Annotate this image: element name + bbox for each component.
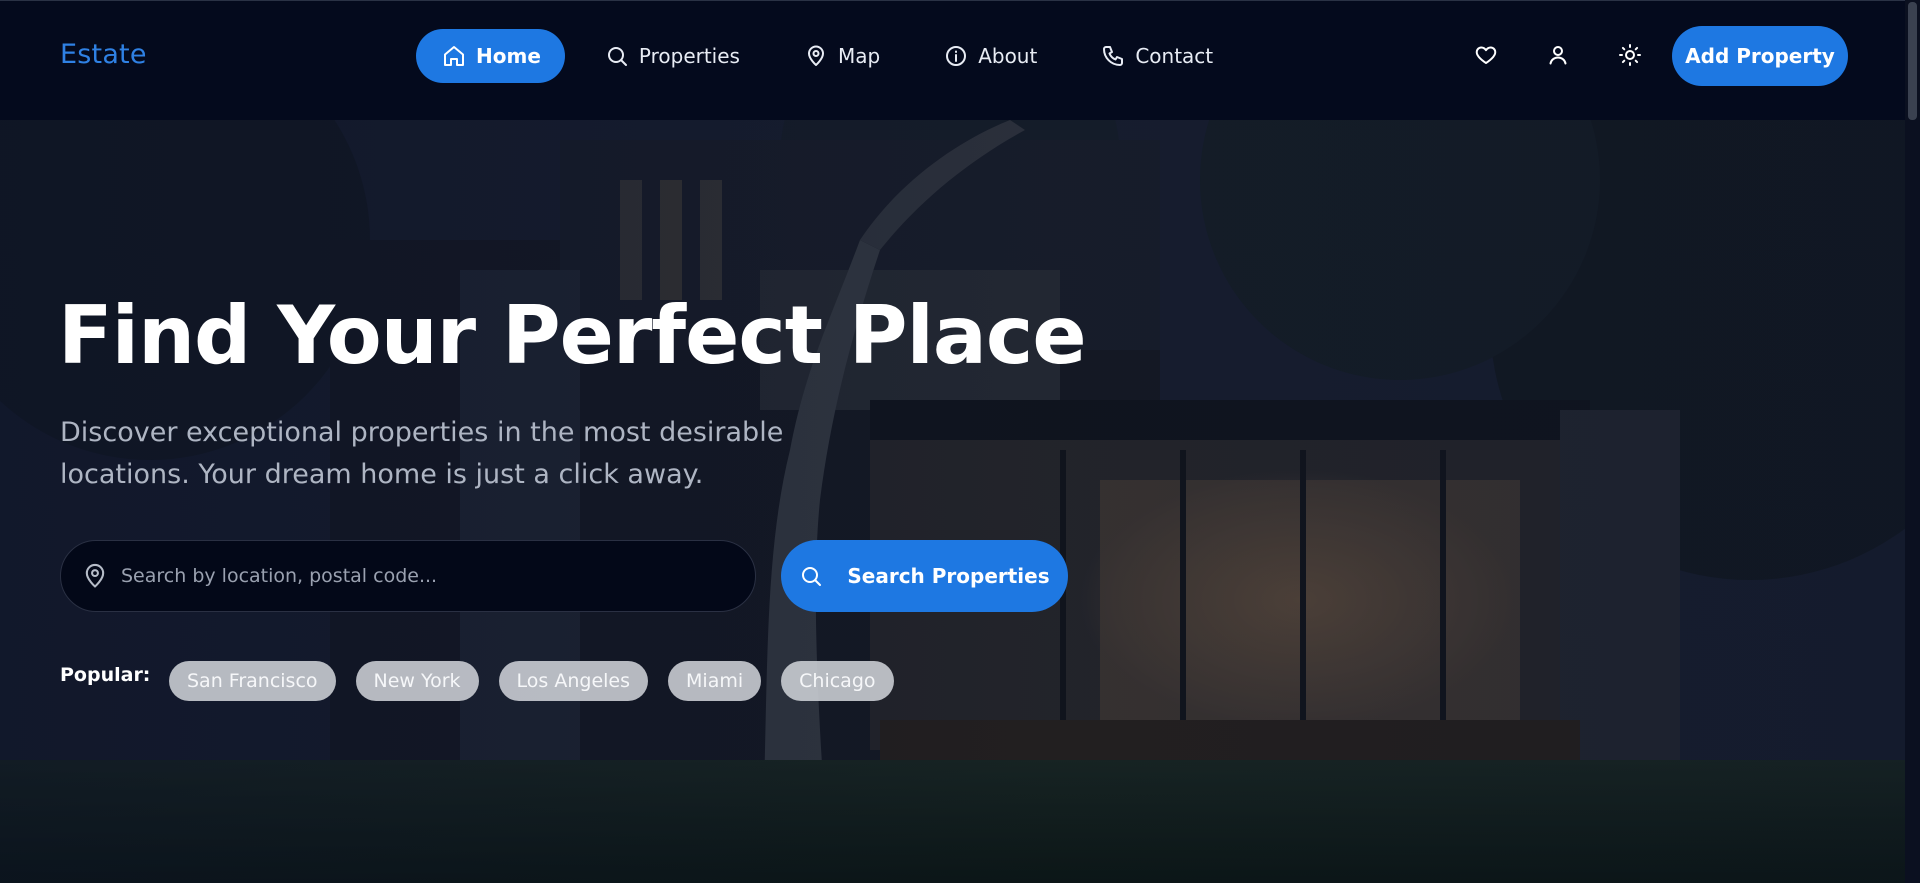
scrollbar-thumb[interactable] <box>1908 2 1917 120</box>
search-properties-button[interactable]: Search Properties <box>781 540 1068 612</box>
account-button[interactable] <box>1542 41 1574 73</box>
nav-item-label: Contact <box>1135 44 1214 68</box>
nav-item-label: About <box>978 44 1038 68</box>
popular-chip-los-angeles[interactable]: Los Angeles <box>498 661 649 701</box>
search-icon <box>605 44 629 68</box>
add-property-button[interactable]: Add Property <box>1672 26 1848 86</box>
nav-item-home[interactable]: Home <box>416 29 565 83</box>
theme-toggle-button[interactable] <box>1614 41 1646 73</box>
nav-item-contact[interactable]: Contact <box>1075 29 1237 83</box>
hero-overlay <box>0 120 1905 883</box>
popular-locations: San Francisco New York Los Angeles Miami… <box>169 661 894 701</box>
home-icon <box>442 44 466 68</box>
hero-title: Find Your Perfect Place <box>58 289 1087 382</box>
favorites-button[interactable] <box>1470 41 1502 73</box>
sun-icon <box>1618 43 1642 71</box>
main-nav: Home Properties Map About Contact <box>416 29 1237 83</box>
popular-label: Popular: <box>60 664 151 686</box>
popular-chip-new-york[interactable]: New York <box>355 661 479 701</box>
hero-subtitle: Discover exceptional properties in the m… <box>60 417 784 490</box>
hero-section: Find Your Perfect Place Discover excepti… <box>0 120 1905 883</box>
search-input[interactable] <box>119 564 731 588</box>
map-pin-icon <box>81 562 109 590</box>
top-navbar: Estate Home Properties Map About Contact… <box>0 0 1905 120</box>
nav-item-map[interactable]: Map <box>778 29 904 83</box>
map-pin-icon <box>804 44 828 68</box>
search-button-label: Search Properties <box>847 564 1050 588</box>
search-icon <box>799 564 823 588</box>
location-search-field[interactable] <box>60 540 756 612</box>
nav-item-label: Home <box>476 44 541 68</box>
info-icon <box>944 44 968 68</box>
phone-icon <box>1101 44 1125 68</box>
nav-item-properties[interactable]: Properties <box>579 29 764 83</box>
page-scrollbar[interactable] <box>1905 0 1920 883</box>
nav-item-label: Map <box>837 44 881 68</box>
popular-chip-chicago[interactable]: Chicago <box>781 661 894 701</box>
user-icon <box>1546 43 1570 71</box>
popular-chip-san-francisco[interactable]: San Francisco <box>169 661 336 701</box>
nav-item-label: Properties <box>638 44 740 68</box>
popular-chip-miami[interactable]: Miami <box>668 661 762 701</box>
heart-icon <box>1474 43 1498 71</box>
brand-logo[interactable]: Estate <box>60 39 147 70</box>
nav-item-about[interactable]: About <box>918 29 1061 83</box>
